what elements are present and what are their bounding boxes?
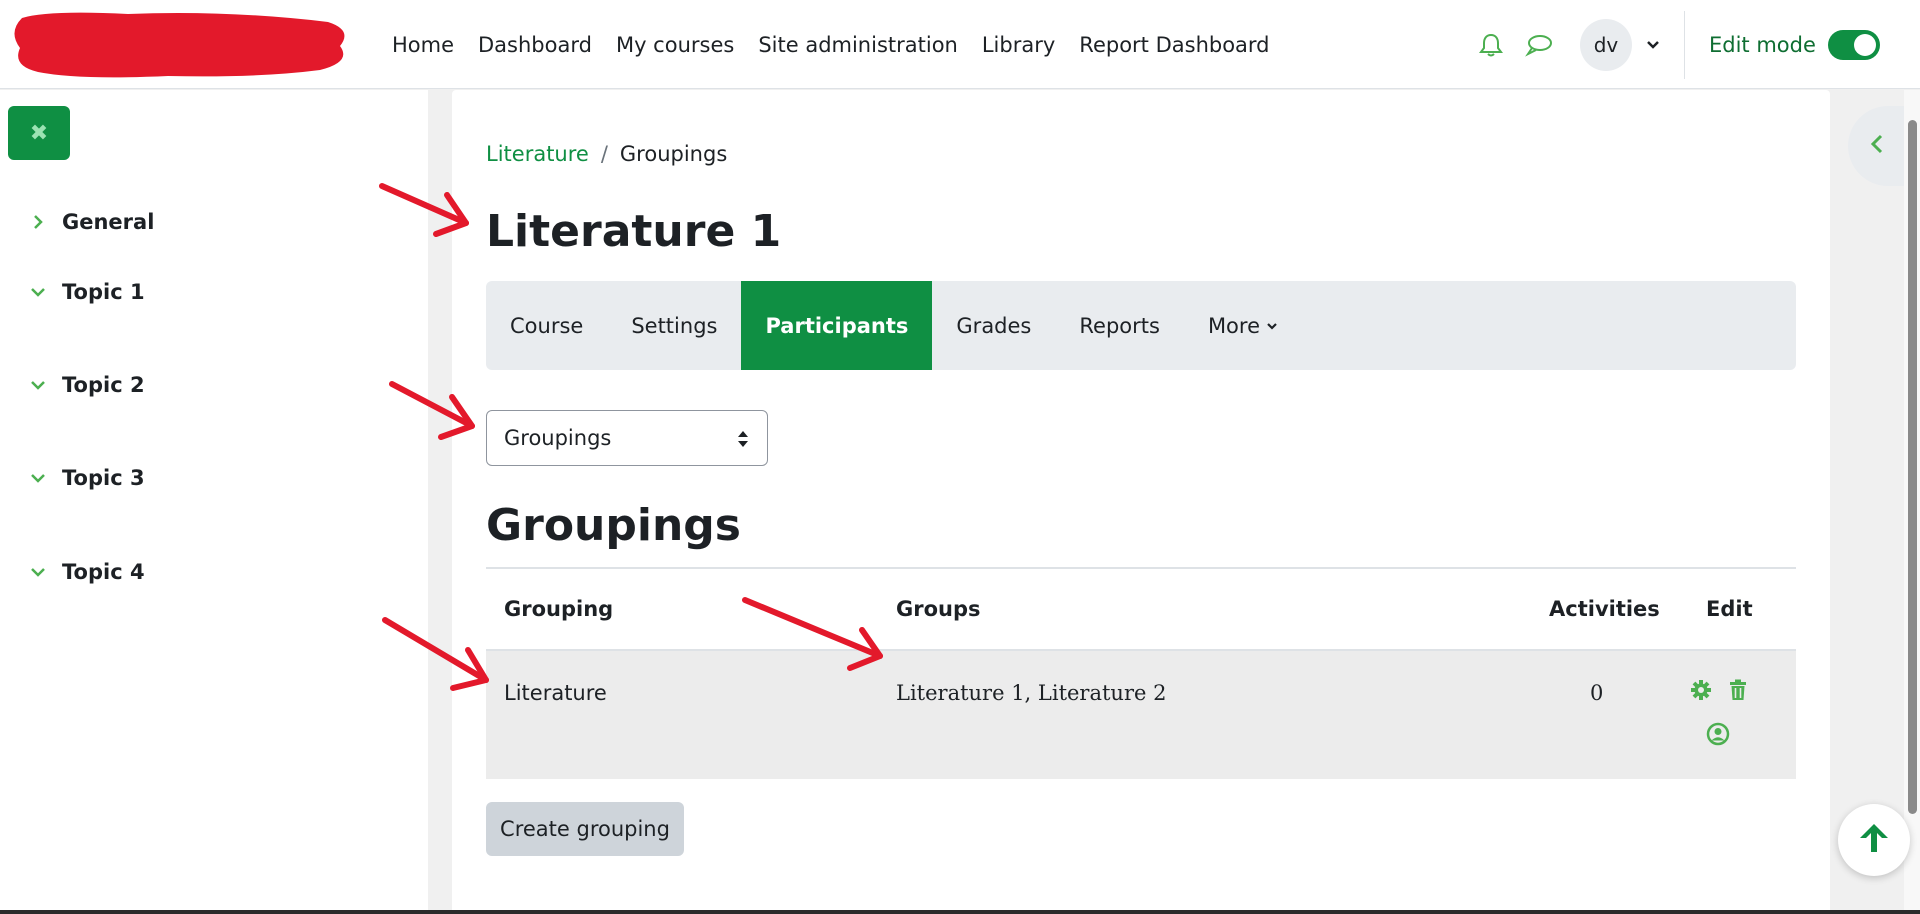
section-heading: Groupings [486, 500, 741, 551]
arrow-up-icon [1857, 821, 1891, 859]
drawer-item-label: Topic 1 [62, 280, 145, 304]
groups-page-selector[interactable]: Groupings [486, 410, 768, 466]
cell-activities: 0 [1590, 681, 1604, 705]
column-header-edit: Edit [1706, 597, 1753, 621]
chevron-down-icon [28, 468, 48, 488]
gear-icon[interactable] [1690, 679, 1712, 706]
site-logo-redacted [14, 12, 345, 78]
breadcrumb: Literature / Groupings [486, 142, 727, 166]
drawer-item-topic-4[interactable]: Topic 4 [28, 560, 145, 584]
drawer-item-general[interactable]: General [28, 210, 154, 234]
column-header-grouping: Grouping [504, 597, 614, 621]
secondary-navigation: Course Settings Participants Grades Repo… [486, 281, 1796, 370]
chevron-down-icon [28, 282, 48, 302]
trash-icon[interactable] [1728, 679, 1748, 706]
column-header-activities: Activities [1549, 597, 1660, 621]
tab-course[interactable]: Course [486, 281, 607, 370]
edit-mode-label: Edit mode [1709, 32, 1816, 57]
tab-more[interactable]: More [1184, 281, 1302, 370]
chevron-down-icon [28, 375, 48, 395]
nav-link-dashboard[interactable]: Dashboard [466, 33, 604, 57]
course-index-drawer: ✖ General Topic 1 Topic 2 Topic 3 Topic … [0, 90, 428, 914]
row-actions [1690, 679, 1760, 751]
breadcrumb-link-course[interactable]: Literature [486, 142, 589, 166]
back-to-top-button[interactable] [1838, 804, 1910, 876]
primary-navigation: Home Dashboard My courses Site administr… [380, 0, 1282, 89]
create-grouping-button[interactable]: Create grouping [486, 802, 684, 856]
drawer-item-label: Topic 4 [62, 560, 145, 584]
close-drawer-button[interactable]: ✖ [8, 106, 70, 160]
groupings-table: Grouping Groups Activities Edit Literatu… [486, 567, 1796, 779]
tab-more-label: More [1207, 313, 1260, 338]
chevron-right-icon [28, 212, 48, 232]
tab-participants[interactable]: Participants [741, 281, 933, 370]
chevron-left-icon [1870, 134, 1884, 158]
page-scrollbar[interactable] [1904, 90, 1920, 914]
drawer-item-topic-2[interactable]: Topic 2 [28, 373, 145, 397]
nav-link-site-administration[interactable]: Site administration [746, 33, 970, 57]
tab-reports[interactable]: Reports [1055, 281, 1184, 370]
column-header-groups: Groups [896, 597, 981, 621]
cell-grouping: Literature [504, 681, 607, 705]
message-icon[interactable] [1524, 30, 1554, 60]
table-row: Literature Literature 1, Literature 2 0 [486, 651, 1796, 779]
breadcrumb-current: Groupings [619, 142, 728, 166]
navbar-divider [1684, 10, 1685, 79]
nav-link-report-dashboard[interactable]: Report Dashboard [1067, 33, 1281, 57]
drawer-item-label: Topic 2 [62, 373, 145, 397]
page-title: Literature 1 [486, 206, 782, 257]
sort-arrows-icon [738, 431, 748, 447]
bell-icon[interactable] [1476, 30, 1506, 60]
top-navbar: Home Dashboard My courses Site administr… [0, 0, 1920, 89]
navbar-right: dv Edit mode [1476, 0, 1880, 89]
drawer-item-label: Topic 3 [62, 466, 145, 490]
tab-settings[interactable]: Settings [607, 281, 741, 370]
drawer-item-topic-1[interactable]: Topic 1 [28, 280, 145, 304]
drawer-item-label: General [62, 210, 155, 234]
user-avatar[interactable]: dv [1580, 18, 1632, 71]
table-header: Grouping Groups Activities Edit [486, 567, 1796, 651]
edit-mode-toggle[interactable] [1827, 29, 1880, 60]
scrollbar-thumb[interactable] [1908, 120, 1917, 814]
main-content: Literature / Groupings Literature 1 Cour… [452, 90, 1830, 914]
cell-groups: Literature 1, Literature 2 [896, 681, 1167, 705]
nav-link-home[interactable]: Home [380, 33, 466, 57]
chevron-down-icon [1266, 321, 1278, 331]
chevron-down-icon[interactable] [1646, 37, 1662, 53]
selected-option: Groupings [504, 426, 612, 450]
window-bottom-border [0, 910, 1920, 914]
breadcrumb-separator: / [600, 142, 608, 166]
drawer-item-topic-3[interactable]: Topic 3 [28, 466, 145, 490]
nav-link-my-courses[interactable]: My courses [604, 33, 746, 57]
user-circle-icon[interactable] [1706, 722, 1730, 751]
tab-grades[interactable]: Grades [932, 281, 1055, 370]
chevron-down-icon [28, 562, 48, 582]
close-icon: ✖ [29, 120, 49, 146]
nav-link-library[interactable]: Library [970, 33, 1067, 57]
